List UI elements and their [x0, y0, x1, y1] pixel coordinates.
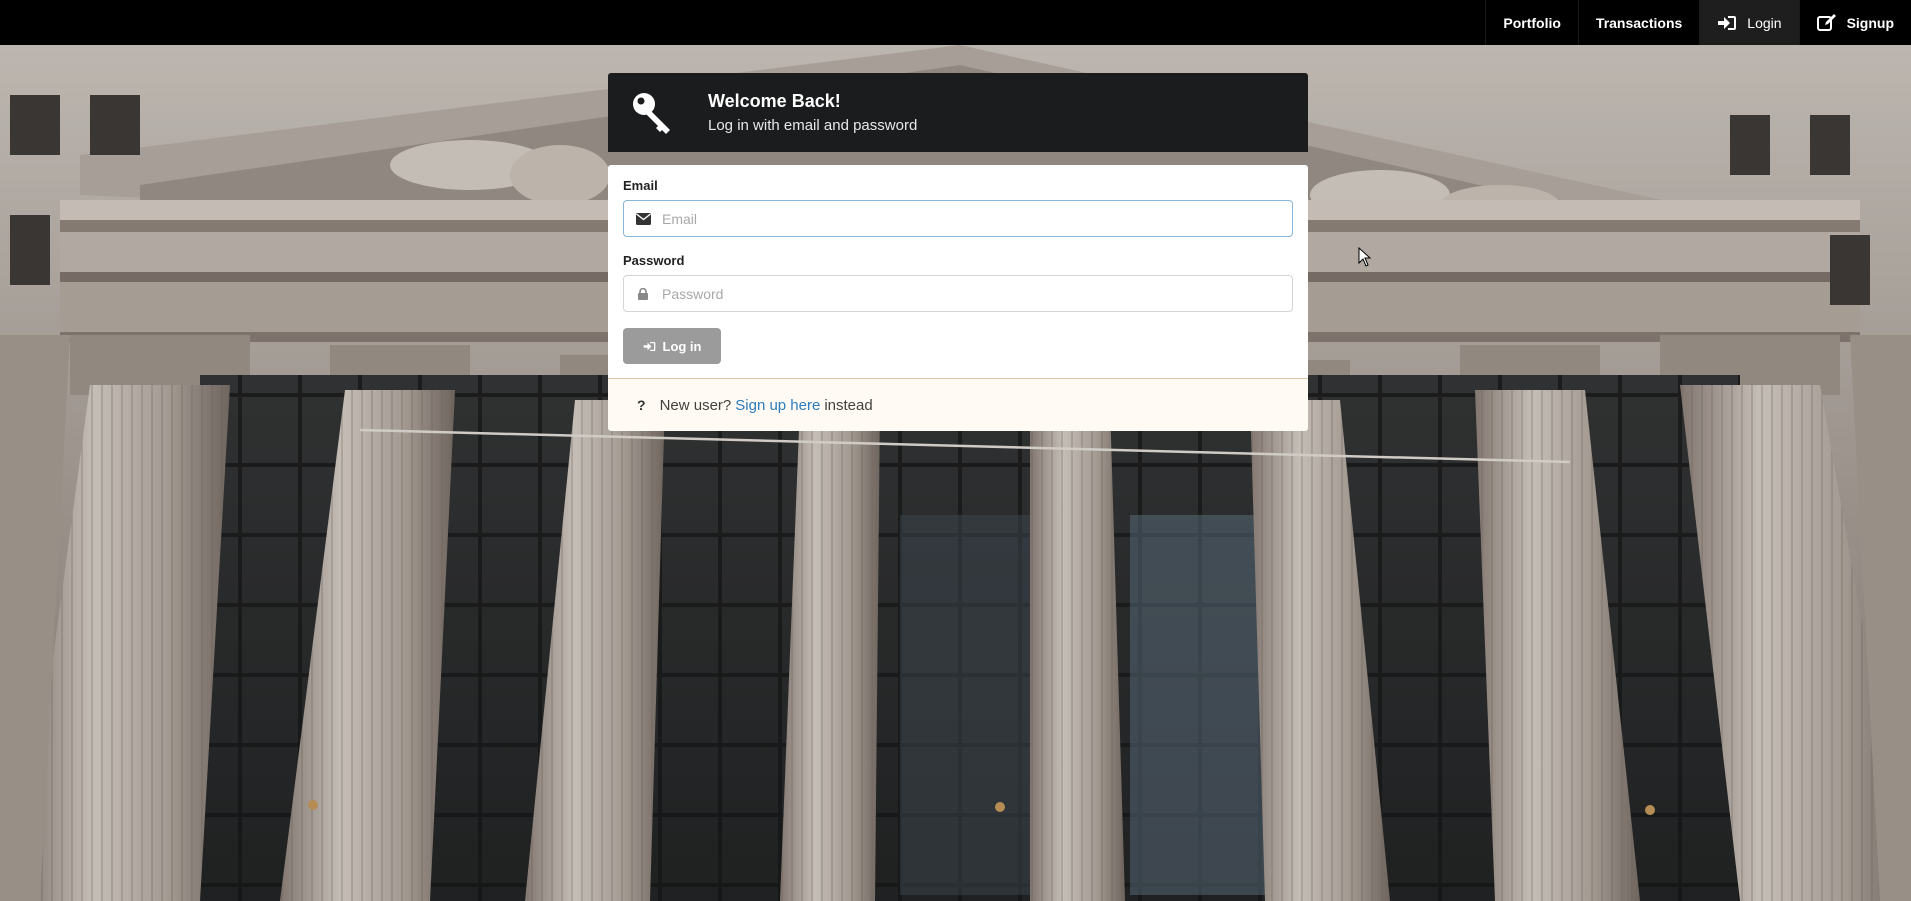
login-card: Welcome Back! Log in with email and pass… [608, 73, 1308, 431]
top-navbar: Portfolio Transactions Login Signup [0, 0, 1911, 45]
nav-signup-label: Signup [1846, 14, 1894, 31]
login-form: Email Password [608, 165, 1308, 378]
signup-message-suffix: instead [824, 396, 873, 414]
login-header: Welcome Back! Log in with email and pass… [608, 73, 1308, 152]
question-icon: ? [637, 397, 646, 413]
nav-transactions-label: Transactions [1595, 14, 1683, 31]
signup-link[interactable]: Sign up here [735, 397, 820, 414]
login-subtitle: Log in with email and password [708, 116, 918, 134]
email-input[interactable] [624, 201, 1292, 236]
password-label: Password [623, 253, 685, 268]
navbar-menu: Portfolio Transactions Login Signup [1485, 0, 1911, 45]
signup-message-prefix: New user? [659, 396, 732, 414]
nav-signup[interactable]: Signup [1798, 0, 1911, 45]
nav-portfolio[interactable]: Portfolio [1485, 0, 1578, 45]
mouse-cursor-icon [1358, 246, 1372, 272]
login-title: Welcome Back! [708, 90, 841, 111]
edit-icon [1816, 13, 1837, 32]
lock-icon [635, 276, 651, 311]
email-label: Email [623, 178, 658, 193]
sign-in-icon [1717, 14, 1737, 32]
password-input[interactable] [624, 276, 1292, 311]
email-field-wrapper [623, 200, 1293, 237]
nav-portfolio-label: Portfolio [1503, 14, 1561, 31]
nav-transactions[interactable]: Transactions [1577, 0, 1699, 45]
password-field-wrapper [623, 275, 1293, 312]
login-button-label: Log in [662, 338, 702, 354]
nav-login-label: Login [1747, 14, 1782, 31]
signup-message: ? New user? Sign up here instead [608, 378, 1308, 431]
sign-in-icon [643, 341, 656, 352]
login-button[interactable]: Log in [623, 328, 721, 364]
nav-login[interactable]: Login [1699, 0, 1799, 45]
key-icon [628, 88, 678, 138]
envelope-icon [635, 201, 651, 236]
